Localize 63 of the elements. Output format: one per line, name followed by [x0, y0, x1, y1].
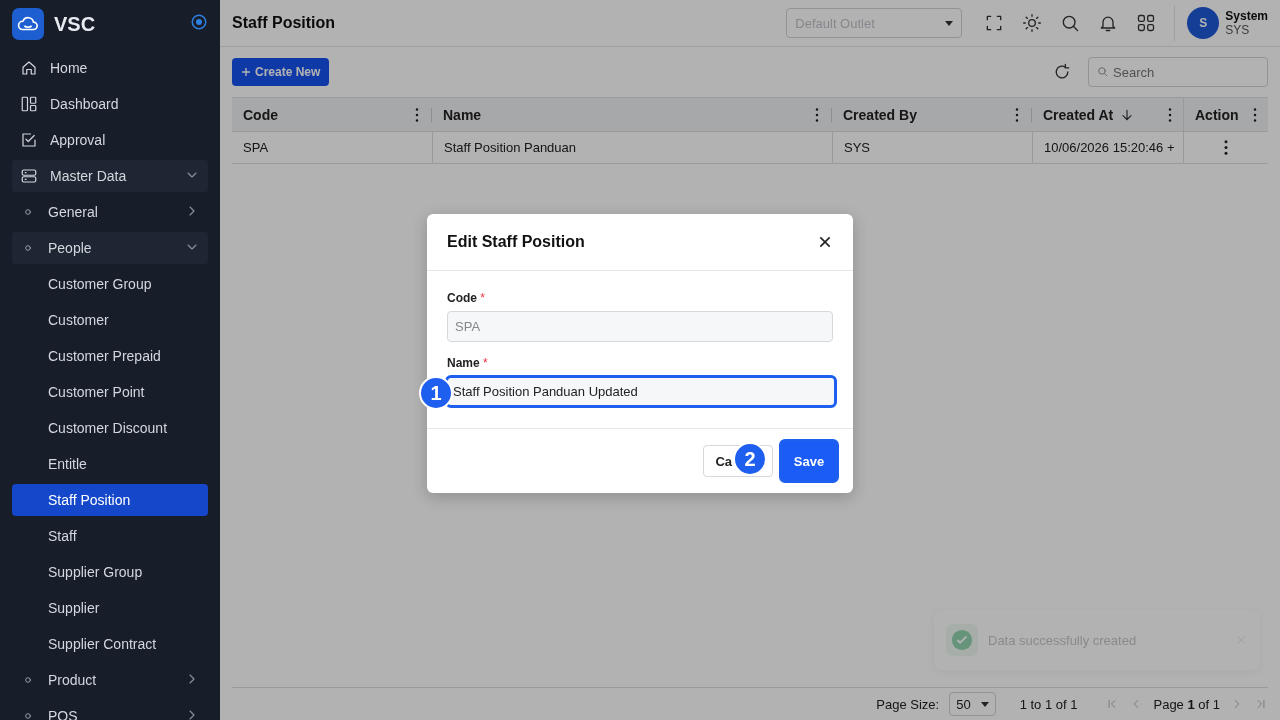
- sidebar-item[interactable]: Customer Discount: [12, 412, 208, 444]
- more-vertical-icon[interactable]: [1224, 140, 1228, 155]
- sidebar-item[interactable]: People: [12, 232, 208, 264]
- row-range: 1 to 1 of 1: [1019, 696, 1078, 712]
- sidebar-item[interactable]: Home: [12, 52, 208, 84]
- apps-icon: [1136, 13, 1157, 33]
- checkbox-icon: [20, 131, 38, 149]
- column-header[interactable]: Created By: [843, 106, 917, 123]
- page-size-label: Page Size:: [876, 696, 940, 712]
- more-vertical-icon[interactable]: [415, 107, 419, 122]
- sidebar-item[interactable]: Customer Prepaid: [12, 340, 208, 372]
- create-new-button[interactable]: Create New: [232, 58, 330, 86]
- search-field[interactable]: Search: [1088, 57, 1268, 87]
- brand-name: VSC: [54, 12, 97, 36]
- more-vertical-icon[interactable]: [1168, 107, 1172, 122]
- user-avatar[interactable]: S: [1187, 7, 1220, 39]
- sidebar-item[interactable]: Customer Group: [12, 268, 208, 300]
- sidebar-item[interactable]: Supplier Contract: [12, 628, 208, 660]
- sidebar-item[interactable]: Staff: [12, 520, 208, 552]
- field-label: Name *: [447, 356, 489, 370]
- sidebar-item[interactable]: Dashboard: [12, 88, 208, 120]
- radio-icon[interactable]: [190, 13, 208, 31]
- sun-icon: [1022, 13, 1043, 33]
- dialog-title: Edit Staff Position: [447, 233, 586, 251]
- text-field[interactable]: Staff Position Panduan Updated: [445, 375, 837, 408]
- sidebar-item[interactable]: Customer Point: [12, 376, 208, 408]
- sidebar-item[interactable]: Master Data: [12, 160, 208, 192]
- sidebar-item[interactable]: Customer: [12, 304, 208, 336]
- search-icon: [1060, 13, 1081, 33]
- plus-icon: [241, 67, 251, 77]
- user-code: SYS: [1225, 23, 1251, 37]
- caret-down-icon: [980, 701, 989, 707]
- sidebar-item[interactable]: Supplier: [12, 592, 208, 624]
- home-icon: [20, 59, 38, 77]
- table-cell: Staff Position Panduan: [444, 140, 577, 155]
- close-icon[interactable]: [817, 234, 833, 250]
- column-header[interactable]: Name: [443, 106, 482, 123]
- sidebar-item[interactable]: Approval: [12, 124, 208, 156]
- search-icon: [1096, 65, 1109, 78]
- cloud-logo-icon: [12, 8, 44, 40]
- page-indicator: Page 1 of 1: [1153, 696, 1220, 712]
- sidebar-item[interactable]: Staff Position: [12, 484, 208, 516]
- step-badge: 1: [419, 376, 453, 410]
- more-vertical-icon[interactable]: [815, 107, 819, 122]
- sidebar-item[interactable]: Product: [12, 664, 208, 696]
- sidebar-item[interactable]: Entitle: [12, 448, 208, 480]
- table-cell: 10/06/2026 15:20:46 +: [1044, 140, 1175, 155]
- sidebar-item[interactable]: General: [12, 196, 208, 228]
- column-header[interactable]: Code: [243, 106, 278, 123]
- field-label: Code *: [447, 291, 486, 305]
- dashboard-icon: [20, 95, 38, 113]
- table-cell: SYS: [844, 140, 870, 155]
- user-name: System: [1225, 9, 1268, 23]
- page-title: Staff Position: [232, 14, 337, 32]
- more-vertical-icon[interactable]: [1015, 107, 1019, 122]
- more-vertical-icon[interactable]: [1253, 107, 1257, 122]
- caret-down-icon: [945, 20, 954, 26]
- save-button[interactable]: Save: [779, 439, 839, 483]
- page-size-select[interactable]: 50: [949, 692, 996, 716]
- last-page-icon: [1254, 697, 1268, 711]
- server-icon: [20, 167, 38, 185]
- table-cell: SPA: [243, 140, 269, 155]
- sidebar-item[interactable]: Supplier Group: [12, 556, 208, 588]
